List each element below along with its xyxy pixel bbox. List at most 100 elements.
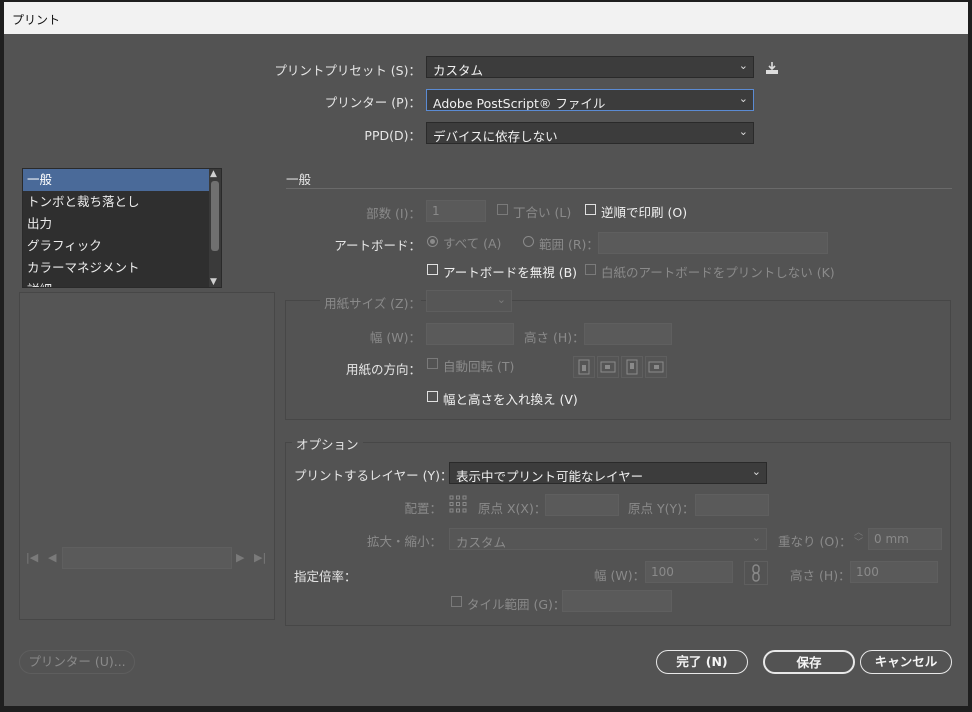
all-artboards-radio[interactable]	[427, 236, 438, 247]
general-divider	[286, 188, 952, 189]
scaling-label: 拡大・縮小：	[366, 534, 442, 549]
swap-dimensions-checkbox[interactable]	[427, 391, 438, 402]
portrait-orientation-icon[interactable]	[573, 356, 595, 378]
printer-settings-button[interactable]: プリンター (U)...	[19, 650, 135, 674]
save-preset-icon[interactable]	[764, 60, 780, 76]
reverse-order-label: 逆順で印刷 (O)	[601, 205, 688, 220]
auto-rotate-label: 自動回転 (T)	[443, 359, 515, 374]
scaling-value: カスタム	[456, 535, 507, 550]
media-width-label: 幅 (W)：	[369, 330, 421, 345]
layers-label: プリントするレイヤー (Y)：	[294, 468, 453, 483]
options-section-title: オプション	[292, 434, 363, 453]
chevron-down-icon: ⌄	[738, 125, 748, 138]
preset-value: カスタム	[433, 63, 484, 78]
media-size-label: 用紙サイズ (Z)：	[320, 293, 421, 312]
ppd-label: PPD(D)：	[364, 128, 421, 143]
scaling-select[interactable]: カスタム ⌄	[449, 528, 767, 550]
scroll-up-icon[interactable]: ▲	[210, 169, 217, 179]
scale-height-input[interactable]: 100	[850, 561, 938, 583]
copies-input[interactable]: 1	[426, 200, 486, 222]
orientation-label: 用紙の方向：	[345, 362, 421, 377]
last-page-icon[interactable]: ▶|	[254, 551, 266, 564]
origin-y-label: 原点 Y(Y)：	[628, 501, 695, 516]
next-page-icon[interactable]: ▶	[236, 551, 244, 564]
save-button[interactable]: 保存	[763, 650, 855, 674]
placement-label: 配置：	[404, 501, 442, 516]
origin-x-input[interactable]	[545, 494, 619, 516]
landscape-orientation-icon[interactable]	[597, 356, 619, 378]
first-page-icon[interactable]: |◀	[26, 551, 38, 564]
preset-label: プリントプリセット (S)：	[274, 63, 421, 78]
stepper-up-icon[interactable]: ︿	[854, 528, 866, 538]
skip-blank-checkbox[interactable]	[585, 264, 596, 275]
media-height-label: 高さ (H)：	[524, 330, 585, 345]
placement-grid-icon[interactable]	[448, 494, 468, 514]
range-radio[interactable]	[523, 236, 534, 247]
page-field[interactable]	[62, 547, 232, 569]
scale-label: 指定倍率：	[294, 569, 357, 584]
tile-range-input[interactable]	[562, 590, 672, 612]
range-label: 範囲 (R)：	[539, 237, 599, 252]
cancel-button[interactable]: キャンセル	[860, 650, 952, 674]
range-input[interactable]	[598, 232, 828, 254]
done-button[interactable]: 完了 (N)	[656, 650, 748, 674]
ignore-artboards-label: アートボードを無視 (B)	[443, 265, 578, 280]
window-title: プリント	[12, 13, 61, 27]
artboard-label: アートボード：	[334, 238, 421, 253]
preset-select[interactable]: カスタム ⌄	[426, 56, 754, 78]
sidebar-item-marks-bleed[interactable]: トンボと裁ち落とし	[23, 191, 221, 213]
sidebar-item-general[interactable]: 一般	[23, 169, 221, 191]
tile-range-checkbox[interactable]	[451, 596, 462, 607]
link-proportions-icon[interactable]	[744, 561, 768, 585]
chevron-down-icon: ⌄	[496, 293, 506, 306]
list-scrollbar[interactable]: ▲ ▼	[209, 169, 221, 287]
sidebar-item-advanced[interactable]: 詳細	[23, 279, 221, 287]
sidebar-item-graphics[interactable]: グラフィック	[23, 235, 221, 257]
media-height-input[interactable]	[584, 323, 672, 345]
chevron-down-icon: ⌄	[738, 59, 748, 72]
chevron-down-icon: ⌄	[751, 465, 761, 478]
scale-width-input[interactable]: 100	[645, 561, 733, 583]
chevron-down-icon: ⌄	[751, 531, 761, 544]
ppd-select[interactable]: デバイスに依存しない ⌄	[426, 122, 754, 144]
landscape-flipped-orientation-icon[interactable]	[645, 356, 667, 378]
scroll-down-icon[interactable]: ▼	[210, 277, 217, 287]
sidebar-item-output[interactable]: 出力	[23, 213, 221, 235]
layers-select[interactable]: 表示中でプリント可能なレイヤー ⌄	[449, 462, 767, 484]
skip-blank-label: 白紙のアートボードをプリントしない (K)	[601, 265, 835, 280]
printer-label: プリンター (P)：	[324, 95, 421, 110]
auto-rotate-checkbox[interactable]	[427, 358, 438, 369]
origin-y-input[interactable]	[695, 494, 769, 516]
stepper-down-icon[interactable]: ﹀	[854, 538, 866, 548]
overlap-stepper[interactable]: ︿ ﹀	[854, 528, 866, 550]
ppd-value: デバイスに依存しない	[433, 129, 558, 144]
general-section-title: 一般	[286, 172, 312, 187]
ignore-artboards-checkbox[interactable]	[427, 264, 438, 275]
scrollbar-thumb[interactable]	[211, 181, 219, 251]
prev-page-icon[interactable]: ◀	[48, 551, 56, 564]
scale-width-label: 幅 (W)：	[594, 568, 646, 583]
all-artboards-label: すべて (A)	[443, 236, 502, 251]
media-width-input[interactable]	[426, 323, 514, 345]
printer-select[interactable]: Adobe PostScript® ファイル ⌄	[426, 89, 754, 111]
print-preview: |◀ ◀ ▶ ▶|	[19, 292, 275, 620]
title-bar: プリント	[4, 2, 968, 34]
media-size-select[interactable]: ⌄	[426, 290, 512, 312]
overlap-input[interactable]: 0 mm	[868, 528, 942, 550]
chevron-down-icon: ⌄	[738, 92, 748, 105]
origin-x-label: 原点 X(X)：	[478, 501, 547, 516]
portrait-flipped-orientation-icon[interactable]	[621, 356, 643, 378]
collate-checkbox[interactable]	[497, 204, 508, 215]
layers-value: 表示中でプリント可能なレイヤー	[456, 469, 644, 484]
reverse-order-checkbox[interactable]	[585, 204, 596, 215]
category-list[interactable]: 一般 トンボと裁ち落とし 出力 グラフィック カラーマネジメント 詳細 ▲ ▼	[22, 168, 222, 288]
collate-label: 丁合い (L)	[513, 205, 572, 220]
print-dialog: プリントプリセット (S)： カスタム ⌄ プリンター (P)： Adobe P…	[4, 34, 968, 706]
copies-label: 部数 (I)：	[366, 206, 421, 221]
sidebar-item-color-management[interactable]: カラーマネジメント	[23, 257, 221, 279]
printer-value: Adobe PostScript® ファイル	[433, 96, 606, 111]
tile-range-label: タイル範囲 (G)：	[467, 597, 566, 612]
overlap-label: 重なり (O)：	[778, 534, 852, 549]
scale-height-label: 高さ (H)：	[790, 568, 851, 583]
swap-dimensions-label: 幅と高さを入れ換え (V)	[443, 392, 578, 407]
